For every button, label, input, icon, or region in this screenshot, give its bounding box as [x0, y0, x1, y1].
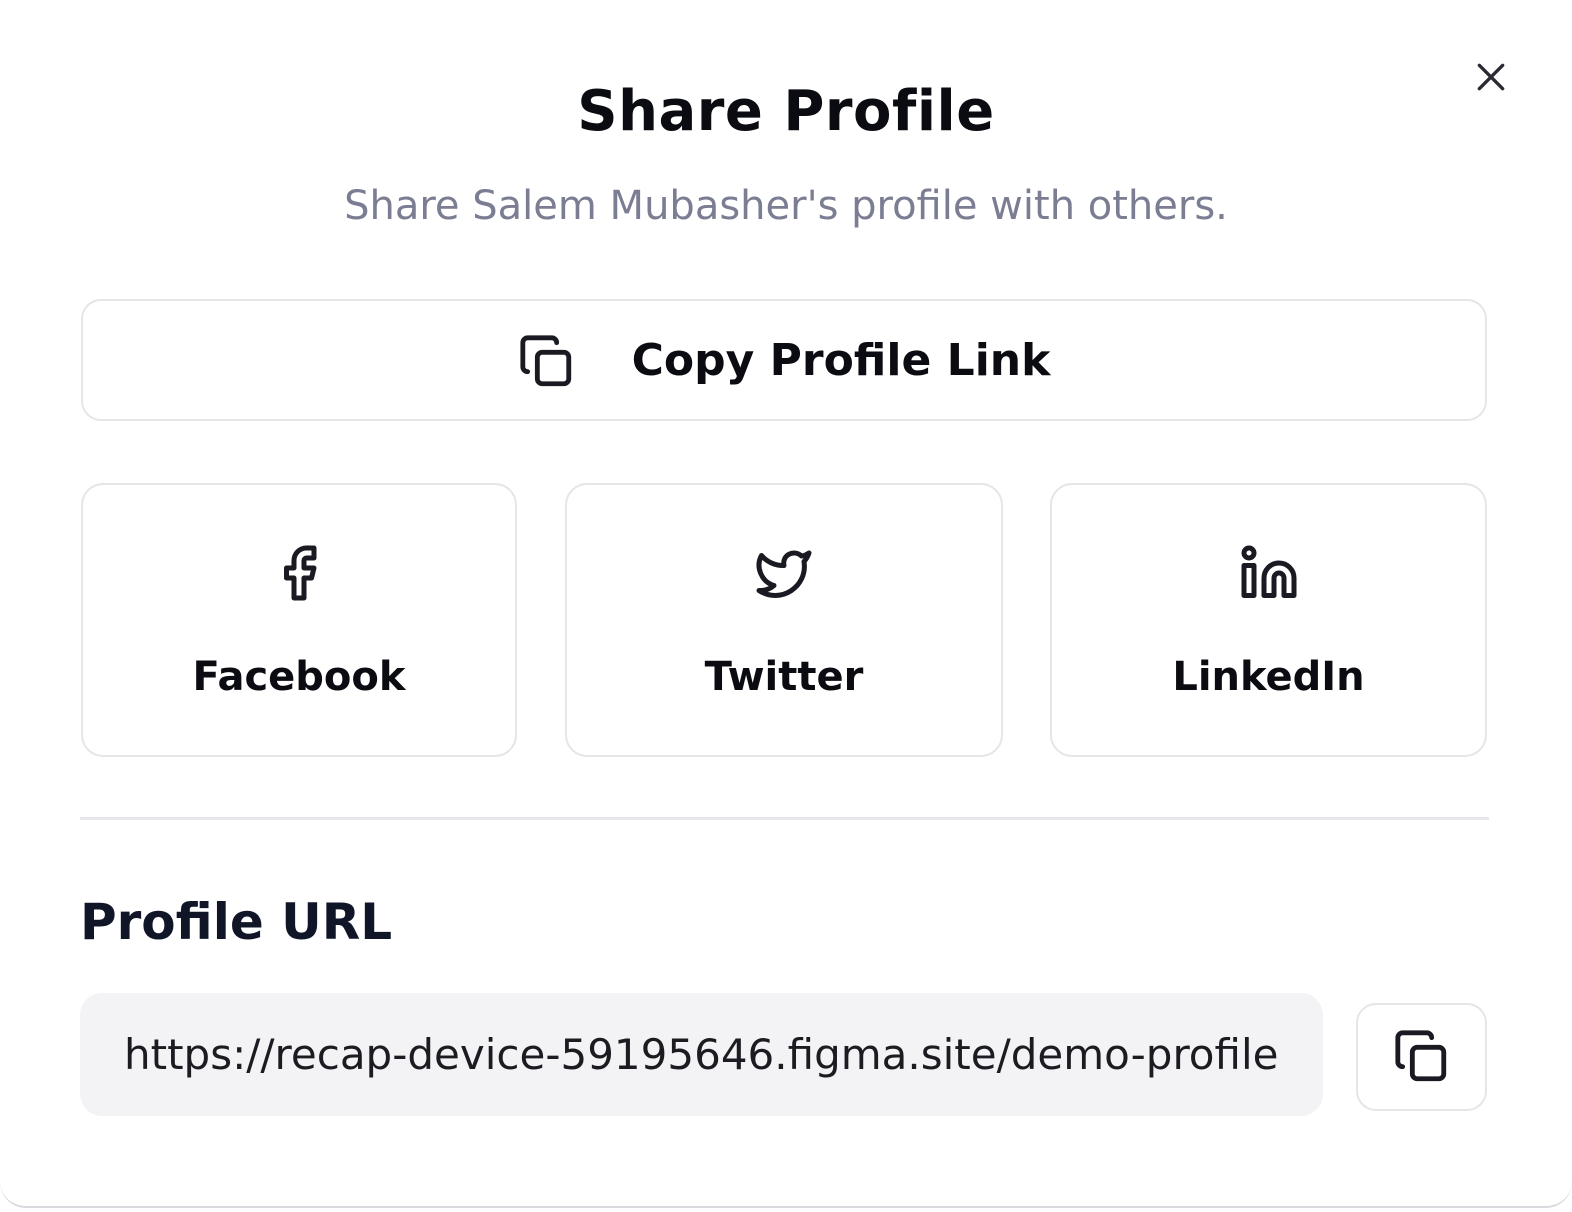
copy-profile-link-button[interactable]: Copy Profile Link — [81, 299, 1487, 421]
profile-url-heading: Profile URL — [80, 893, 393, 951]
dialog-title: Share Profile — [577, 79, 995, 144]
facebook-label: Facebook — [192, 654, 406, 700]
share-linkedin-button[interactable]: LinkedIn — [1050, 483, 1487, 757]
copy-url-button[interactable] — [1356, 1003, 1487, 1111]
copy-profile-link-label: Copy Profile Link — [631, 334, 1051, 386]
twitter-icon — [756, 550, 812, 598]
share-facebook-button[interactable]: Facebook — [81, 483, 517, 757]
profile-url-value[interactable]: https://recap-device-59195646.figma.site… — [124, 1030, 1281, 1079]
copy-icon — [1394, 1030, 1446, 1082]
linkedin-label: LinkedIn — [1172, 654, 1365, 700]
twitter-label: Twitter — [704, 654, 864, 700]
share-profile-dialog: Share Profile Share Salem Mubasher's pro… — [0, 0, 1572, 1208]
copy-icon — [520, 335, 571, 387]
dialog-subtitle: Share Salem Mubasher's profile with othe… — [344, 183, 1228, 229]
divider — [80, 817, 1489, 820]
share-twitter-button[interactable]: Twitter — [565, 483, 1003, 757]
profile-url-field[interactable]: https://recap-device-59195646.figma.site… — [80, 993, 1323, 1116]
facebook-icon — [284, 545, 317, 601]
linkedin-icon — [1241, 545, 1296, 598]
